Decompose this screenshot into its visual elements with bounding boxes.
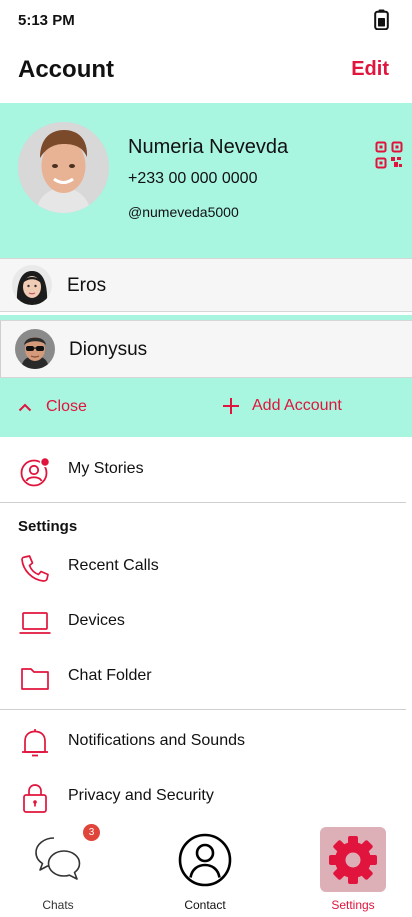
nav-label: Chats xyxy=(42,898,74,912)
settings-section-title: Settings xyxy=(18,518,78,535)
menu-item-chat-folder[interactable]: Chat Folder xyxy=(0,651,412,703)
menu-label: Notifications and Sounds xyxy=(68,732,245,749)
add-account-label: Add Account xyxy=(252,397,342,414)
unread-badge: 3 xyxy=(83,824,100,841)
profile-avatar[interactable] xyxy=(18,122,109,213)
gear-icon xyxy=(329,836,377,884)
qr-code-icon[interactable] xyxy=(375,141,403,169)
chevron-up-icon xyxy=(18,403,32,411)
menu-item-privacy[interactable]: Privacy and Security xyxy=(0,771,412,823)
nav-settings[interactable]: Settings xyxy=(318,820,388,917)
menu-label: Devices xyxy=(68,612,125,629)
account-actions: Close Add Account xyxy=(0,378,412,437)
contact-icon xyxy=(178,833,232,887)
add-account-button[interactable]: Add Account xyxy=(222,395,342,417)
account-row-eros[interactable]: Eros xyxy=(0,258,412,312)
close-button[interactable]: Close xyxy=(18,396,87,418)
page-title: Account xyxy=(18,56,114,83)
nav-contact[interactable]: Contact xyxy=(170,820,240,917)
divider xyxy=(0,502,406,503)
nav-label: Settings xyxy=(331,898,375,912)
account-name: Dionysus xyxy=(69,339,148,360)
profile-handle: @numeveda5000 xyxy=(128,204,239,220)
laptop-icon xyxy=(19,612,51,634)
chat-bubbles-icon xyxy=(35,837,81,880)
nav-chats[interactable]: 3 Chats xyxy=(24,820,100,917)
status-bar: 5:13 PM xyxy=(0,0,412,44)
header: Account Edit xyxy=(0,44,412,102)
bell-icon xyxy=(22,729,48,757)
menu-item-recent-calls[interactable]: Recent Calls xyxy=(0,541,412,593)
phone-icon xyxy=(21,555,49,582)
menu-item-notifications[interactable]: Notifications and Sounds xyxy=(0,716,412,768)
lock-icon xyxy=(23,784,47,813)
battery-icon xyxy=(374,9,389,30)
plus-icon xyxy=(223,398,239,414)
account-row-dionysus[interactable]: Dionysus xyxy=(0,320,412,378)
menu-label: Recent Calls xyxy=(68,557,159,574)
menu-item-my-stories[interactable]: My Stories xyxy=(0,444,412,496)
profile-card[interactable]: Numeria Nevevda +233 00 000 0000 @numeve… xyxy=(0,103,412,258)
avatar-photo xyxy=(18,122,109,213)
menu-label: My Stories xyxy=(68,460,144,477)
bottom-nav: 3 Chats Contact Settings xyxy=(0,820,412,917)
divider xyxy=(0,709,406,710)
edit-button[interactable]: Edit xyxy=(351,58,389,81)
profile-phone: +233 00 000 0000 xyxy=(128,170,258,187)
menu-label: Privacy and Security xyxy=(68,787,214,804)
close-label: Close xyxy=(46,398,87,415)
nav-label: Contact xyxy=(184,898,226,912)
menu-item-devices[interactable]: Devices xyxy=(0,596,412,648)
status-time: 5:13 PM xyxy=(18,12,75,29)
profile-name: Numeria Nevevda xyxy=(128,136,289,158)
menu-label: Chat Folder xyxy=(68,667,152,684)
avatar xyxy=(12,265,52,305)
folder-icon xyxy=(21,668,49,690)
stories-icon xyxy=(20,456,51,487)
account-name: Eros xyxy=(67,275,107,296)
avatar xyxy=(15,329,55,369)
